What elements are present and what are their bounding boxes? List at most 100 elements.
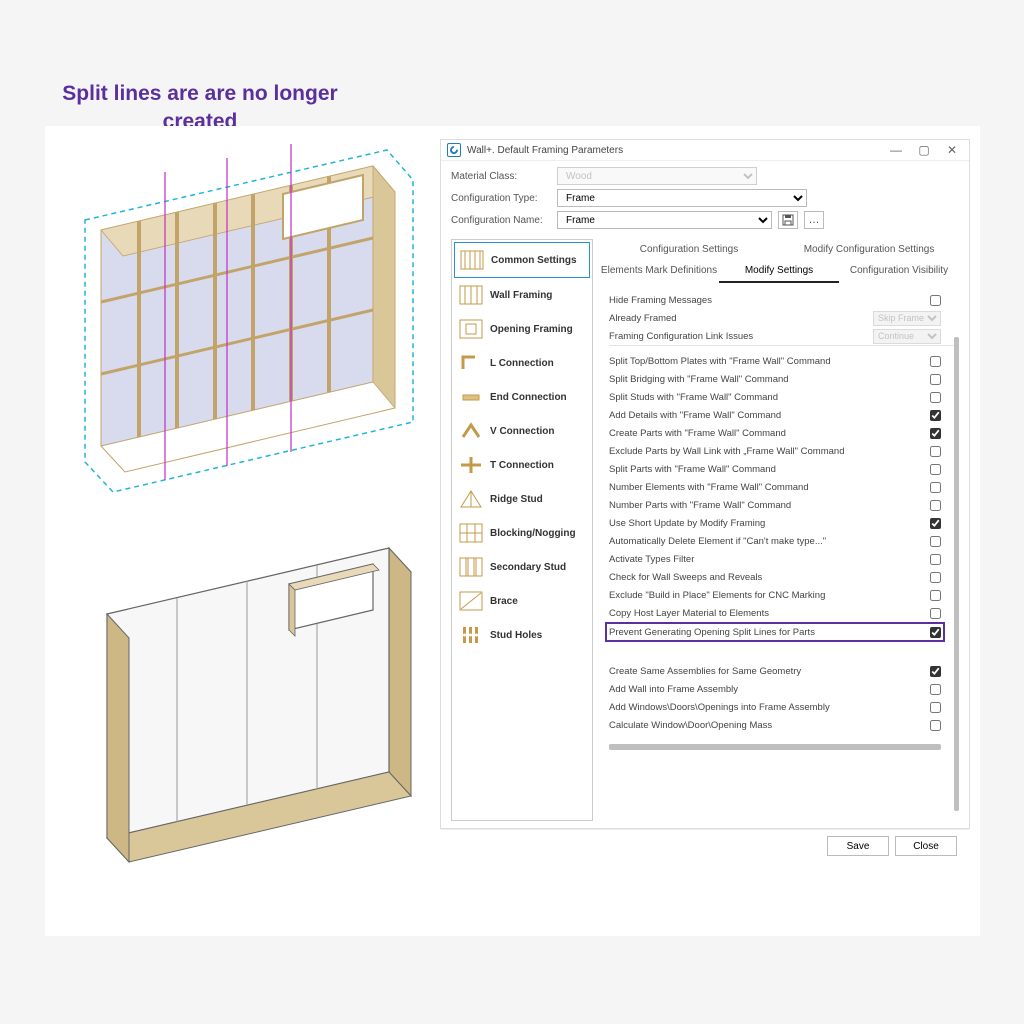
config-name-label: Configuration Name: bbox=[451, 215, 551, 226]
option-checkbox[interactable] bbox=[930, 410, 941, 421]
option-row: Calculate Window\Door\Opening Mass bbox=[609, 716, 941, 734]
option-checkbox[interactable] bbox=[930, 627, 941, 638]
maximize-button[interactable]: ▢ bbox=[913, 143, 935, 157]
category-brace[interactable]: Brace bbox=[454, 584, 590, 618]
vertical-scrollbar[interactable] bbox=[954, 337, 959, 811]
option-label: Number Parts with "Frame Wall" Command bbox=[609, 500, 930, 511]
option-label: Framing Configuration Link Issues bbox=[609, 331, 873, 342]
option-checkbox[interactable] bbox=[930, 392, 941, 403]
option-label: Copy Host Layer Material to Elements bbox=[609, 608, 930, 619]
tabs-sub-row: Elements Mark DefinitionsModify Settings… bbox=[599, 260, 959, 283]
category-blocking-nogging[interactable]: Blocking/Nogging bbox=[454, 516, 590, 550]
category-list: Common Settings Wall Framing Opening Frami… bbox=[451, 239, 593, 821]
option-row: Split Bridging with "Frame Wall" Command bbox=[609, 370, 941, 388]
options-scroll-area: Hide Framing Messages Already FramedSkip … bbox=[599, 283, 959, 821]
option-row: Exclude Parts by Wall Link with „Frame W… bbox=[609, 442, 941, 460]
config-name-select[interactable]: Frame bbox=[557, 211, 772, 229]
option-checkbox[interactable] bbox=[930, 518, 941, 529]
category-label: Common Settings bbox=[491, 255, 577, 266]
option-checkbox[interactable] bbox=[930, 554, 941, 565]
option-row: Number Elements with "Frame Wall" Comman… bbox=[609, 478, 941, 496]
option-row: Check for Wall Sweeps and Reveals bbox=[609, 568, 941, 586]
config-type-select[interactable]: Frame bbox=[557, 189, 807, 207]
option-row: Create Parts with "Frame Wall" Command bbox=[609, 424, 941, 442]
option-checkbox[interactable] bbox=[930, 482, 941, 493]
category-label: Secondary Stud bbox=[490, 562, 566, 573]
option-row: Prevent Generating Opening Split Lines f… bbox=[605, 622, 945, 642]
category-icon bbox=[458, 590, 484, 612]
tab-configuration-settings[interactable]: Configuration Settings bbox=[599, 239, 779, 260]
option-label: Add Wall into Frame Assembly bbox=[609, 684, 930, 695]
option-checkbox[interactable] bbox=[930, 464, 941, 475]
category-v-connection[interactable]: V Connection bbox=[454, 414, 590, 448]
option-checkbox[interactable] bbox=[930, 536, 941, 547]
subtab-configuration-visibility[interactable]: Configuration Visibility bbox=[839, 260, 959, 283]
dialog-titlebar[interactable]: Wall+. Default Framing Parameters — ▢ ✕ bbox=[441, 140, 969, 161]
category-label: Opening Framing bbox=[490, 324, 573, 335]
category-label: End Connection bbox=[490, 392, 567, 403]
more-config-button[interactable]: … bbox=[804, 211, 824, 229]
category-label: L Connection bbox=[490, 358, 554, 369]
close-window-button[interactable]: ✕ bbox=[941, 143, 963, 157]
category-icon bbox=[458, 522, 484, 544]
minimize-button[interactable]: — bbox=[885, 143, 907, 157]
option-row: Hide Framing Messages bbox=[609, 291, 941, 309]
material-class-select: Wood bbox=[557, 167, 757, 185]
option-checkbox[interactable] bbox=[930, 446, 941, 457]
category-common-settings[interactable]: Common Settings bbox=[454, 242, 590, 278]
option-row: Create Same Assemblies for Same Geometry bbox=[609, 662, 941, 680]
category-end-connection[interactable]: End Connection bbox=[454, 380, 590, 414]
tabs-top-row: Configuration SettingsModify Configurati… bbox=[599, 239, 959, 260]
option-label: Activate Types Filter bbox=[609, 554, 930, 565]
category-wall-framing[interactable]: Wall Framing bbox=[454, 278, 590, 312]
option-checkbox[interactable] bbox=[930, 572, 941, 583]
option-row: Exclude "Build in Place" Elements for CN… bbox=[609, 586, 941, 604]
option-label: Create Same Assemblies for Same Geometry bbox=[609, 666, 930, 677]
option-label: Split Top/Bottom Plates with "Frame Wall… bbox=[609, 356, 930, 367]
save-button[interactable]: Save bbox=[827, 836, 889, 856]
save-config-icon-button[interactable] bbox=[778, 211, 798, 229]
option-checkbox[interactable] bbox=[930, 608, 941, 619]
option-label: Split Bridging with "Frame Wall" Command bbox=[609, 374, 930, 385]
config-type-label: Configuration Type: bbox=[451, 193, 551, 204]
category-icon bbox=[459, 249, 485, 271]
option-checkbox[interactable] bbox=[930, 428, 941, 439]
horizontal-scrollbar[interactable] bbox=[609, 744, 941, 750]
category-icon bbox=[458, 420, 484, 442]
option-row: Add Details with "Frame Wall" Command bbox=[609, 406, 941, 424]
category-stud-holes[interactable]: Stud Holes bbox=[454, 618, 590, 652]
option-label: Prevent Generating Opening Split Lines f… bbox=[609, 627, 930, 638]
option-select[interactable]: Continue bbox=[873, 329, 941, 344]
option-checkbox[interactable] bbox=[930, 590, 941, 601]
option-checkbox[interactable] bbox=[930, 374, 941, 385]
subtab-modify-settings[interactable]: Modify Settings bbox=[719, 260, 839, 283]
category-icon bbox=[458, 454, 484, 476]
framed-wall-iso-top bbox=[57, 144, 427, 494]
tab-modify-configuration-settings[interactable]: Modify Configuration Settings bbox=[779, 239, 959, 260]
option-label: Create Parts with "Frame Wall" Command bbox=[609, 428, 930, 439]
option-row: Copy Host Layer Material to Elements bbox=[609, 604, 941, 622]
option-label: Use Short Update by Modify Framing bbox=[609, 518, 930, 529]
category-secondary-stud[interactable]: Secondary Stud bbox=[454, 550, 590, 584]
category-ridge-stud[interactable]: Ridge Stud bbox=[454, 482, 590, 516]
option-checkbox[interactable] bbox=[930, 702, 941, 713]
dialog-header-form: Material Class: Wood Configuration Type:… bbox=[441, 161, 969, 239]
option-checkbox[interactable] bbox=[930, 684, 941, 695]
option-label: Exclude "Build in Place" Elements for CN… bbox=[609, 590, 930, 601]
category-icon bbox=[458, 624, 484, 646]
dialog-footer: Save Close bbox=[441, 829, 969, 862]
option-select[interactable]: Skip Frame bbox=[873, 311, 941, 326]
option-label: Split Parts with "Frame Wall" Command bbox=[609, 464, 930, 475]
category-opening-framing[interactable]: Opening Framing bbox=[454, 312, 590, 346]
category-t-connection[interactable]: T Connection bbox=[454, 448, 590, 482]
option-label: Already Framed bbox=[609, 313, 873, 324]
option-checkbox[interactable] bbox=[930, 356, 941, 367]
category-l-connection[interactable]: L Connection bbox=[454, 346, 590, 380]
subtab-elements-mark-definitions[interactable]: Elements Mark Definitions bbox=[599, 260, 719, 283]
option-checkbox[interactable] bbox=[930, 666, 941, 677]
close-button[interactable]: Close bbox=[895, 836, 957, 856]
option-checkbox[interactable] bbox=[930, 295, 941, 306]
category-label: T Connection bbox=[490, 460, 554, 471]
option-checkbox[interactable] bbox=[930, 500, 941, 511]
option-checkbox[interactable] bbox=[930, 720, 941, 731]
